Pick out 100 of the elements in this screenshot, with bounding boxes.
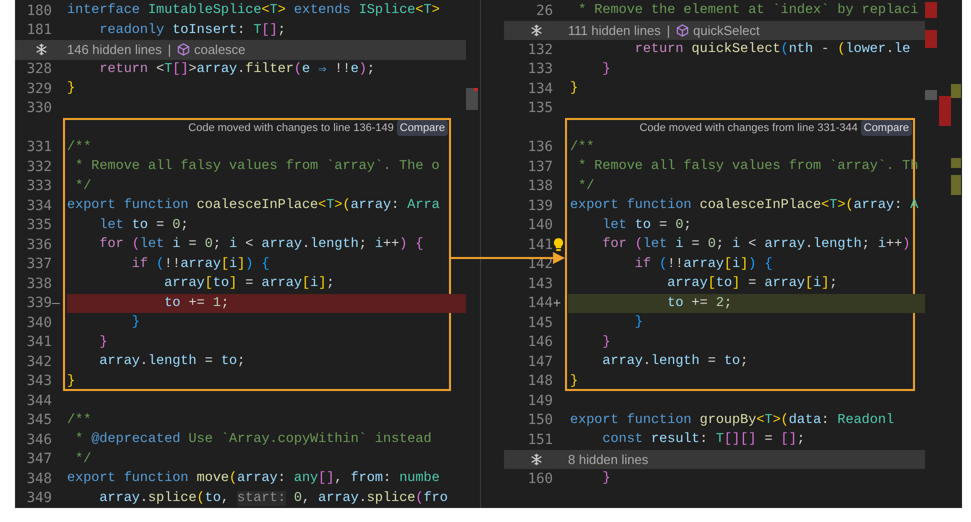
line-number: 150 <box>526 412 553 428</box>
line-number: 340 <box>26 314 52 331</box>
line-number: 344 <box>26 392 52 409</box>
code-line: if (!!array[i]) { <box>634 256 774 274</box>
symbol-link[interactable]: coalesce <box>194 42 246 58</box>
line-number: 348 <box>26 470 52 487</box>
moved-code-label: Code moved with changes to line 136-149 <box>188 122 394 134</box>
code-line: const result: T[][] = []; <box>601 431 806 450</box>
unfold-icon[interactable] <box>530 24 542 37</box>
line-number: 328 <box>26 61 52 78</box>
change-sign: — <box>52 296 60 311</box>
separator: | <box>666 22 670 38</box>
code-line: array.splice(to, start: 0, array.splice(fro <box>98 490 449 508</box>
code-line: } <box>569 80 580 98</box>
line-number: 149 <box>526 392 553 409</box>
code-line: */ <box>74 450 92 469</box>
line-number: 334 <box>26 198 52 214</box>
folded-region-bar[interactable]: 8 hidden lines <box>504 450 925 469</box>
code-line: } <box>67 80 76 98</box>
line-number: 180 <box>26 2 52 19</box>
code-line: return <T[]>array.filter(e ⇒ !!e); <box>98 60 376 79</box>
line-number: 146 <box>526 334 553 350</box>
line-number: 136 <box>526 139 553 156</box>
line-number: 145 <box>526 314 553 331</box>
hidden-lines-label: 146 hidden lines <box>67 42 162 58</box>
code-line: let to = 0; <box>98 216 190 235</box>
line-number: 144 <box>526 295 553 312</box>
line-number: 135 <box>526 100 553 116</box>
unfold-icon[interactable] <box>34 43 48 56</box>
code-line: /** <box>569 138 596 157</box>
code-line: let to = 0; <box>601 216 693 235</box>
code-line: array.length = to; <box>98 353 246 372</box>
code-line: export function move(array: any[], from: numbe <box>67 470 441 488</box>
code-line: /** <box>67 412 92 430</box>
moved-code-label: Code moved with changes from line 331-344 <box>639 122 858 134</box>
symbol-link[interactable]: quickSelect <box>693 22 760 38</box>
folded-region-bar[interactable]: 111 hidden lines | quickSelect <box>504 20 925 40</box>
cube-icon <box>676 24 690 37</box>
line-number: 330 <box>26 100 52 116</box>
line-number: 138 <box>526 178 553 194</box>
cube-icon <box>177 43 190 56</box>
code-line: } <box>601 60 612 79</box>
code-line: for (let i = 0; i < array.length; i++) <box>601 236 912 254</box>
line-number: 349 <box>26 490 52 506</box>
line-number: 338 <box>26 276 52 292</box>
line-number: 335 <box>26 217 52 234</box>
compare-button[interactable]: Compare <box>396 120 448 136</box>
code-line: } <box>601 470 612 488</box>
line-number: 143 <box>526 276 553 292</box>
code-line: return quickSelect(nth - (lower.le <box>634 41 912 60</box>
separator: | <box>168 42 172 58</box>
line-number: 339 <box>26 295 52 312</box>
code-line: * Remove the element at `index` by replaci <box>577 2 920 20</box>
line-number: 341 <box>26 334 52 350</box>
line-number: 26 <box>535 2 553 19</box>
line-number: 148 <box>526 373 553 390</box>
code-line: if (!!array[i]) { <box>130 256 271 274</box>
line-number: 329 <box>26 80 52 97</box>
code-line: /** <box>67 138 92 157</box>
code-line: * Remove all falsy values from `array`. The o <box>74 158 441 176</box>
code-line: array.length = to; <box>601 353 750 372</box>
compare-button[interactable]: Compare <box>860 120 912 136</box>
code-line: } <box>634 314 644 332</box>
line-number: 346 <box>26 432 52 448</box>
code-line: } <box>67 372 76 391</box>
line-number: 139 <box>526 198 553 214</box>
line-number: 333 <box>26 178 52 194</box>
line-number: 133 <box>526 61 553 78</box>
code-line: * @deprecated Use `Array.copyWithin` instead <box>74 431 433 450</box>
code-line: } <box>130 314 141 332</box>
change-sign: + <box>553 296 561 311</box>
line-number: 342 <box>26 354 52 370</box>
code-line: export function coalesceInPlace<T>(array: Arra <box>67 197 441 216</box>
line-number: 331 <box>26 139 52 156</box>
line-number: 141 <box>526 236 553 253</box>
line-number: 332 <box>26 158 52 175</box>
line-number: 347 <box>26 451 52 468</box>
line-number: 181 <box>26 22 52 38</box>
code-line: */ <box>74 178 92 196</box>
code-line: } <box>569 372 580 391</box>
line-number: 337 <box>26 256 52 272</box>
unfold-icon[interactable] <box>530 452 542 466</box>
line-number: 147 <box>526 354 553 370</box>
line-number: 140 <box>526 217 553 234</box>
code-line: interface ImutableSplice<T> extends ISplice<T> <box>67 2 441 20</box>
code-line: array[to] = array[i]; <box>163 275 336 294</box>
line-number: 132 <box>526 42 553 58</box>
hidden-lines-label: 111 hidden lines <box>568 22 661 38</box>
folded-region-bar[interactable]: 146 hidden lines | coalesce <box>15 40 466 60</box>
code-line: array[to] = array[i]; <box>666 275 838 294</box>
line-number: 151 <box>526 432 553 448</box>
line-number: 343 <box>26 373 52 390</box>
code-line: } <box>98 334 109 352</box>
line-number: 345 <box>26 412 52 428</box>
hidden-lines-label: 8 hidden lines <box>568 452 648 467</box>
lightbulb-icon[interactable] <box>553 237 564 252</box>
line-number: 336 <box>26 236 52 253</box>
line-number: 137 <box>526 158 553 175</box>
code-line: */ <box>577 178 596 196</box>
code-line: } <box>601 334 612 352</box>
